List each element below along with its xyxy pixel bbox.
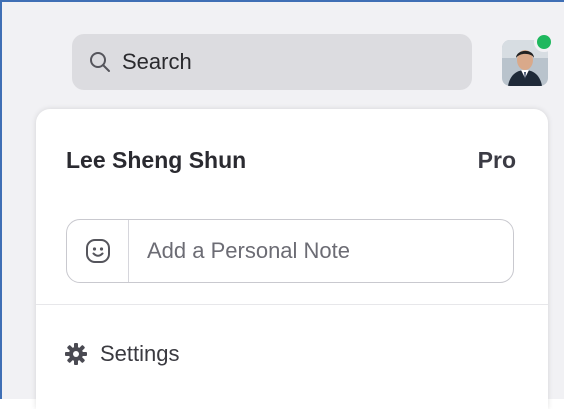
avatar-button[interactable]	[502, 32, 554, 86]
settings-menu-item[interactable]: Settings	[64, 329, 180, 379]
personal-note-field[interactable]: Add a Personal Note	[66, 219, 514, 283]
search-bar[interactable]: Search	[72, 34, 472, 90]
smiley-icon[interactable]	[67, 220, 129, 282]
settings-label: Settings	[100, 341, 180, 366]
menu-divider	[36, 304, 548, 305]
gear-icon	[64, 342, 88, 366]
search-icon	[88, 50, 112, 74]
profile-dropdown: Lee Sheng Shun Pro Add a Personal Note S…	[36, 109, 548, 409]
online-status-dot	[534, 32, 554, 52]
personal-note-placeholder: Add a Personal Note	[147, 238, 351, 263]
search-placeholder: Search	[122, 49, 192, 74]
user-name: Lee Sheng Shun	[66, 147, 247, 173]
plan-badge: Pro	[477, 147, 516, 173]
app-window: Search Lee Sheng Shun Pro Add a Personal…	[0, 0, 564, 409]
